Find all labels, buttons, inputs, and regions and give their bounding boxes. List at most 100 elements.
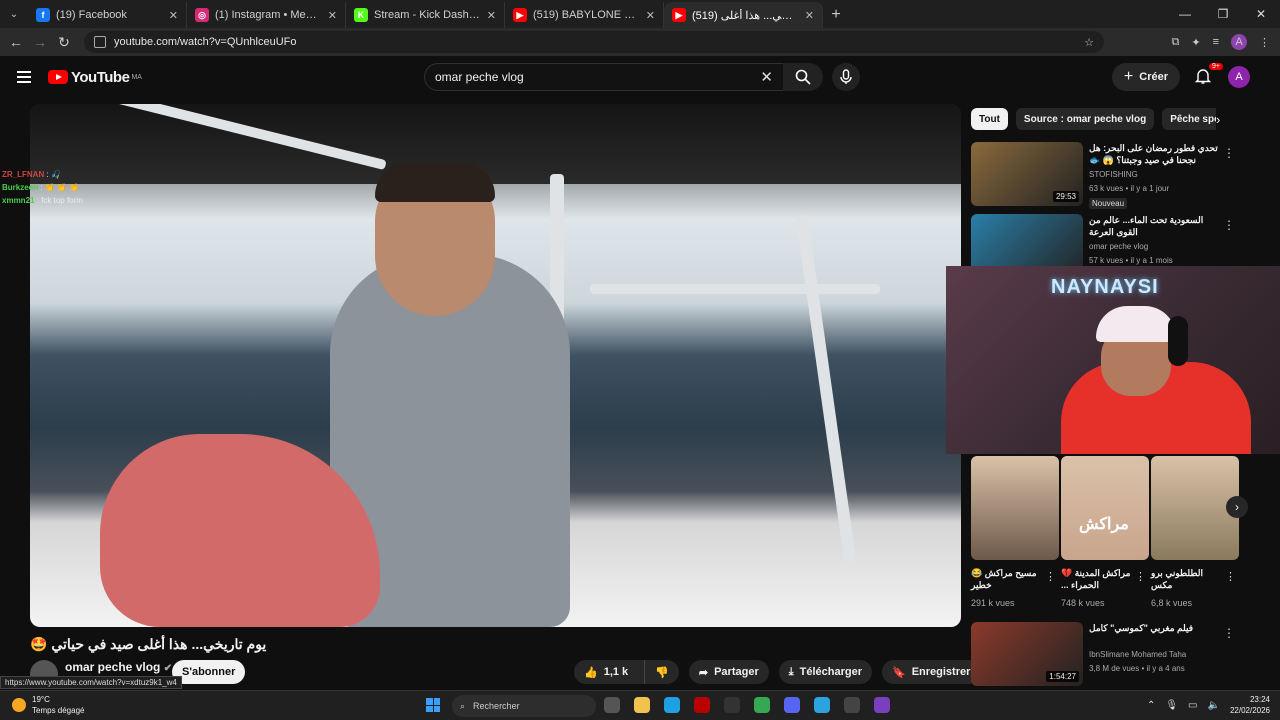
search-button[interactable] bbox=[783, 63, 823, 91]
video-duration: 1:54:27 bbox=[1046, 671, 1079, 682]
short-thumbnail[interactable] bbox=[971, 456, 1059, 560]
filter-chip[interactable]: Tout bbox=[971, 108, 1008, 130]
extensions-puzzle-icon[interactable]: ✦ bbox=[1191, 36, 1200, 49]
close-tab-icon[interactable]: ✕ bbox=[646, 9, 655, 22]
chips-next-icon[interactable]: › bbox=[1216, 112, 1220, 127]
video-thumbnail[interactable]: 1:54:27 bbox=[971, 622, 1083, 686]
more-options-icon[interactable]: ⋮ bbox=[1223, 146, 1235, 160]
recommended-channel[interactable]: omar peche vlog bbox=[1089, 242, 1148, 251]
weather-text: Temps dégagé bbox=[32, 706, 85, 715]
download-icon: ⤓ bbox=[788, 665, 794, 678]
account-avatar[interactable]: A bbox=[1228, 66, 1250, 88]
recommended-channel[interactable]: STOFISHING bbox=[1089, 170, 1138, 179]
browser-tab[interactable]: ▶ (519) BABYLONE Kahlete Lailyon ✕ bbox=[505, 2, 664, 28]
close-tab-icon[interactable]: ✕ bbox=[169, 9, 178, 22]
clock[interactable]: 23:24 22/02/2026 bbox=[1230, 694, 1270, 716]
short-title[interactable]: مسيح مراكش 😂 خطير bbox=[971, 567, 1045, 591]
new-badge: Nouveau bbox=[1089, 198, 1128, 209]
chrome-icon[interactable] bbox=[754, 697, 770, 713]
app-icon[interactable] bbox=[724, 697, 740, 713]
microphone-tray-icon[interactable]: 🎙 bbox=[1165, 700, 1178, 711]
browser-tab[interactable]: K Stream - Kick Dashboard ✕ bbox=[346, 2, 505, 28]
menu-icon[interactable] bbox=[0, 71, 48, 83]
browser-tab[interactable]: ◎ (1) Instagram • Messages ✕ bbox=[187, 2, 346, 28]
recommended-channel[interactable]: IbnSlimane Mohamed Taha bbox=[1089, 650, 1186, 659]
new-tab-button[interactable]: + bbox=[823, 2, 849, 28]
more-options-icon[interactable]: ⋮ bbox=[1223, 626, 1235, 640]
share-button[interactable]: ➦ Partager bbox=[688, 660, 769, 684]
short-thumbnail[interactable]: مراكش bbox=[1061, 456, 1149, 560]
voice-search-button[interactable] bbox=[832, 63, 860, 91]
shorts-next-icon[interactable]: › bbox=[1226, 496, 1248, 518]
bookmark-star-icon[interactable]: ☆ bbox=[1084, 36, 1094, 49]
app-icon[interactable] bbox=[874, 697, 890, 713]
taskbar-search[interactable]: ⌕ Rechercher bbox=[452, 695, 596, 717]
close-tab-icon[interactable]: ✕ bbox=[805, 9, 814, 22]
network-icon[interactable]: ▭ bbox=[1188, 700, 1197, 711]
video-player[interactable] bbox=[30, 104, 961, 627]
chat-text: : fck top form bbox=[36, 196, 83, 205]
browser-menu-icon[interactable]: ⋮ bbox=[1259, 36, 1270, 49]
restore-button[interactable]: ❐ bbox=[1204, 0, 1242, 28]
search-input[interactable]: omar peche vlog ✕ bbox=[424, 63, 784, 91]
clear-search-icon[interactable]: ✕ bbox=[760, 68, 773, 86]
file-explorer-icon[interactable] bbox=[634, 697, 650, 713]
app-icon[interactable] bbox=[694, 697, 710, 713]
recommended-title[interactable]: فيلم مغربي "كموسي" كامل bbox=[1089, 622, 1219, 634]
capcut-icon[interactable] bbox=[844, 697, 860, 713]
minimize-button[interactable]: — bbox=[1166, 0, 1204, 28]
notifications-button[interactable]: 9+ bbox=[1194, 63, 1223, 87]
close-tab-icon[interactable]: ✕ bbox=[487, 9, 496, 22]
extension-icon[interactable]: ⧉ bbox=[1172, 36, 1180, 49]
telegram-icon[interactable] bbox=[814, 697, 830, 713]
browser-tab[interactable]: ▶ (519) يوم تاريخي... هذا أغلى ✕ bbox=[664, 2, 823, 28]
download-button[interactable]: ⤓ Télécharger bbox=[778, 660, 872, 684]
short-title[interactable]: الطلطوني برو مكس bbox=[1151, 567, 1225, 591]
close-tab-icon[interactable]: ✕ bbox=[328, 9, 337, 22]
subscribe-button[interactable]: S'abonner bbox=[172, 660, 246, 684]
tray-chevron-icon[interactable]: ⌃ bbox=[1147, 700, 1155, 711]
dislike-button[interactable]: 👎 bbox=[644, 660, 679, 684]
tab-title: (519) BABYLONE Kahlete Lailyon bbox=[533, 9, 640, 21]
forward-button[interactable]: → bbox=[28, 34, 52, 50]
volume-icon[interactable]: 🔈 bbox=[1208, 700, 1220, 711]
tab-search-button[interactable]: ⌄ bbox=[0, 0, 28, 28]
windows-taskbar: 19°C Temps dégagé ⌕ Rechercher ⌃ 🎙 ▭ 🔈 23:… bbox=[0, 690, 1280, 720]
channel-name[interactable]: omar peche vlog ✔ bbox=[65, 660, 172, 674]
media-control-icon[interactable]: ≡ bbox=[1213, 36, 1219, 48]
short-more-icon[interactable]: ⋮ bbox=[1045, 570, 1056, 583]
weather-widget[interactable]: 19°C Temps dégagé bbox=[12, 694, 84, 716]
short-title[interactable]: مراكش المدينة 💔 الحمراء ... bbox=[1061, 567, 1135, 591]
chat-message: ZR_LFNAN : 🎣 bbox=[2, 168, 83, 181]
profile-avatar[interactable]: A bbox=[1231, 34, 1247, 50]
close-window-button[interactable]: ✕ bbox=[1242, 0, 1280, 28]
logo-text: YouTube bbox=[71, 68, 130, 86]
site-info-icon[interactable] bbox=[94, 36, 106, 48]
video-title: يوم تاريخي... هذا أغلى صيد في حياتي 🤩 bbox=[30, 636, 267, 652]
create-label: Créer bbox=[1139, 71, 1168, 83]
task-view-icon[interactable] bbox=[604, 697, 620, 713]
discord-icon[interactable] bbox=[784, 697, 800, 713]
like-button[interactable]: 👍 1,1 k bbox=[574, 660, 638, 684]
edge-icon[interactable] bbox=[664, 697, 680, 713]
recommended-video[interactable]: 29:53 تحدي فطور رمضان على البحر: هل نجحنا… bbox=[971, 142, 1241, 209]
recommended-video[interactable]: 1:54:27 فيلم مغربي "كموسي" كامل IbnSlimane… bbox=[971, 622, 1241, 686]
url-field[interactable]: youtube.com/watch?v=QUnhlceuUFo ☆ bbox=[84, 31, 1104, 53]
filter-chip[interactable]: Source : omar peche vlog bbox=[1015, 108, 1155, 130]
browser-tab[interactable]: f (19) Facebook ✕ bbox=[28, 2, 187, 28]
recommended-title[interactable]: السعودية تحت الماء... عالم من القوى العر… bbox=[1089, 214, 1219, 238]
filter-chip[interactable]: Pêche sportive bbox=[1162, 108, 1216, 130]
time: 23:24 bbox=[1249, 695, 1270, 704]
more-options-icon[interactable]: ⋮ bbox=[1223, 218, 1235, 232]
save-button[interactable]: 🔖 Enregistrer bbox=[881, 660, 981, 684]
tab-title: (1) Instagram • Messages bbox=[215, 9, 322, 21]
reload-button[interactable]: ↻ bbox=[52, 34, 76, 51]
short-more-icon[interactable]: ⋮ bbox=[1135, 570, 1146, 583]
short-more-icon[interactable]: ⋮ bbox=[1225, 570, 1236, 583]
video-thumbnail[interactable]: 29:53 bbox=[971, 142, 1083, 206]
recommended-title[interactable]: تحدي فطور رمضان على البحر: هل نجحنا في ص… bbox=[1089, 142, 1219, 166]
back-button[interactable]: ← bbox=[4, 34, 28, 50]
youtube-logo[interactable]: YouTube MA bbox=[48, 69, 142, 86]
create-button[interactable]: + Créer bbox=[1111, 63, 1180, 91]
windows-start-icon[interactable] bbox=[426, 698, 440, 712]
